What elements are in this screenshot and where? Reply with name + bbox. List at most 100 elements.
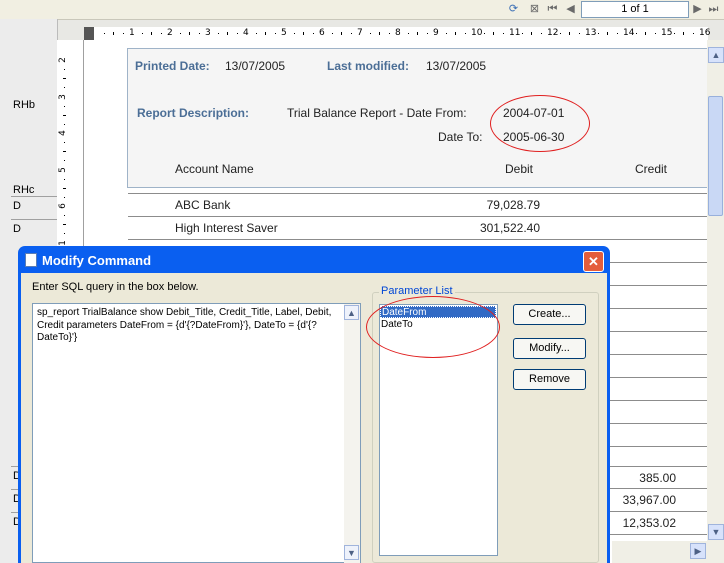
horizontal-ruler: 1 2 3 4 5 6 7 8 9 10 11 12 13 14 15 16 (84, 27, 710, 41)
vertical-scroll-thumb[interactable] (708, 96, 723, 216)
ruler-tick (683, 32, 684, 35)
ruler-tick (227, 32, 228, 35)
ruler-number: 9 (433, 28, 439, 38)
ruler-tick (64, 123, 65, 125)
section-label-d[interactable]: D (11, 219, 57, 238)
account-name-cell: High Interest Saver (175, 221, 278, 235)
ruler-number: 3 (57, 93, 68, 100)
ruler-number: 14 (623, 28, 635, 38)
refresh-icon[interactable]: ⟳ (506, 2, 521, 16)
ruler-tick (64, 105, 65, 107)
date-to-label: Date To: (438, 130, 483, 144)
ruler-tick (217, 33, 219, 34)
row-divider (610, 354, 707, 355)
credit-cell: 33,967.00 (622, 493, 676, 507)
ruler-tick (63, 187, 66, 189)
ruler-tick (569, 32, 570, 35)
ruler-tick (255, 33, 257, 34)
row-divider (610, 331, 707, 332)
section-label-d[interactable]: D (11, 196, 57, 215)
ruler-tick (464, 33, 466, 34)
ruler-tick (63, 151, 66, 153)
remove-button[interactable]: Remove (513, 369, 586, 390)
ruler-tick (63, 78, 66, 80)
export-icon[interactable]: ⊠ (527, 2, 542, 16)
ruler-tick (616, 33, 618, 34)
ruler-tick (369, 33, 371, 34)
ruler-tick (645, 32, 646, 35)
sql-textarea-scrollbar[interactable] (344, 304, 360, 563)
modify-button[interactable]: Modify... (513, 338, 586, 359)
ruler-tick (64, 215, 65, 217)
sql-query-label: Enter SQL query in the box below. (32, 281, 199, 293)
row-divider (610, 511, 707, 512)
ruler-number: 1 (129, 28, 135, 38)
row-divider (610, 262, 707, 263)
scroll-up-icon[interactable]: ▲ (708, 47, 724, 63)
ruler-tick (303, 32, 304, 35)
section-label-rhb[interactable]: RHb (13, 99, 35, 111)
ruler-tick (341, 32, 342, 35)
first-page-icon[interactable]: ⏮ (545, 2, 560, 16)
next-page-icon[interactable]: ▶ (690, 2, 705, 16)
ruler-tick (265, 32, 266, 35)
last-modified-value: 13/07/2005 (426, 59, 487, 73)
section-label-rhc[interactable]: RHc (13, 184, 34, 196)
close-icon[interactable]: ✕ (583, 251, 604, 272)
ruler-number: 2 (167, 28, 173, 38)
ruler-tick (540, 33, 542, 34)
ruler-tick (160, 33, 162, 34)
ruler-tick (559, 33, 561, 34)
ruler-tick (198, 33, 200, 34)
column-header-credit: Credit (635, 162, 668, 176)
row-divider (128, 239, 707, 240)
ruler-tick (236, 33, 238, 34)
dialog-title: Modify Command (42, 253, 152, 268)
ruler-number: 5 (57, 166, 68, 173)
ruler-number: 15 (661, 28, 673, 38)
sql-query-text[interactable]: sp_report TrialBalance show Debit_Title,… (37, 307, 337, 345)
page-indicator[interactable]: 1 of 1 (581, 1, 689, 18)
ruler-number: 10 (471, 28, 483, 38)
viewer-toolbar: ⟳ ⊠ ⏮ ◀ 1 of 1 ▶ ⏭ (0, 0, 724, 20)
scroll-up-icon[interactable]: ▲ (344, 305, 359, 320)
ruler-tick (531, 32, 532, 35)
ruler-tick (189, 32, 190, 35)
ruler-tick (578, 33, 580, 34)
row-divider (128, 216, 707, 217)
ruler-tick (483, 33, 485, 34)
ruler-number: 1 (57, 239, 68, 246)
ruler-tick (274, 33, 276, 34)
last-modified-label: Last modified: (327, 59, 410, 73)
ruler-number: 3 (205, 28, 211, 38)
ruler-tick (635, 33, 637, 34)
scroll-down-icon[interactable]: ▼ (344, 545, 359, 560)
highlight-ellipse (366, 296, 500, 358)
ruler-number: 7 (357, 28, 363, 38)
ruler-number: 5 (281, 28, 287, 38)
row-divider (610, 423, 707, 424)
scroll-down-icon[interactable]: ▼ (708, 524, 724, 540)
report-description-text: Trial Balance Report - Date From: (287, 106, 467, 120)
ruler-tick (407, 33, 409, 34)
account-name-cell: ABC Bank (175, 198, 231, 212)
ruler-tick (64, 87, 65, 89)
scroll-right-icon[interactable]: ▶ (690, 543, 706, 559)
ruler-tick (417, 32, 418, 35)
row-divider (610, 400, 707, 401)
create-button[interactable]: Create... (513, 304, 586, 325)
ruler-tick (64, 178, 65, 180)
printed-date-label: Printed Date: (135, 59, 210, 73)
ruler-tick (64, 196, 65, 198)
ruler-number: 6 (319, 28, 325, 38)
ruler-origin-marker (84, 27, 94, 40)
ruler-tick (179, 33, 181, 34)
debit-cell: 79,028.79 (486, 198, 540, 212)
ruler-number: 12 (547, 28, 559, 38)
ruler-tick (350, 33, 352, 34)
last-page-icon[interactable]: ⏭ (706, 2, 721, 16)
ruler-tick (654, 33, 656, 34)
ruler-tick (597, 33, 599, 34)
previous-page-icon[interactable]: ◀ (563, 2, 578, 16)
parameter-list-legend: Parameter List (379, 285, 455, 297)
